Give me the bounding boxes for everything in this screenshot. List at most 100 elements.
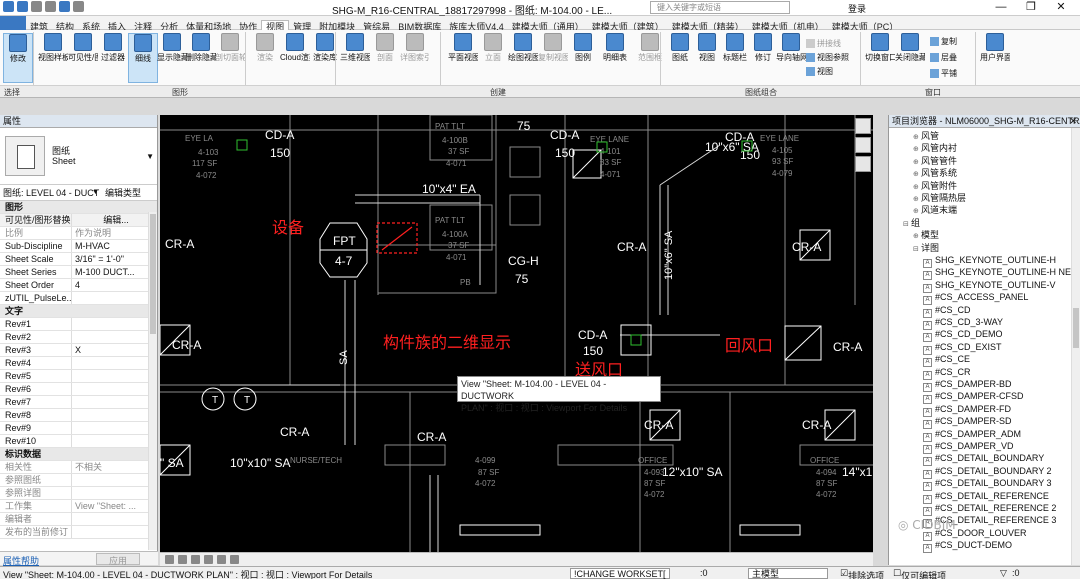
property-row[interactable]: Rev#10 bbox=[0, 435, 157, 448]
remove-hidden-lines-button[interactable]: 删除隐藏线 bbox=[186, 33, 216, 83]
property-value[interactable]: 4 bbox=[72, 279, 157, 291]
visibility-graphics-button[interactable]: 可见性/图形 bbox=[68, 33, 98, 83]
login-button[interactable]: 登录 bbox=[848, 2, 866, 15]
view-button[interactable]: 视图 bbox=[692, 33, 722, 83]
collapse-icon[interactable]: ⊟ bbox=[913, 244, 921, 256]
modify-button[interactable]: 修改 bbox=[3, 33, 33, 83]
detail-level-icon[interactable] bbox=[178, 555, 187, 564]
tree-item[interactable]: A #CS_CD bbox=[923, 304, 971, 318]
collapse-icon[interactable]: ⊟ bbox=[903, 219, 911, 231]
tree-item[interactable]: A SHG_KEYNOTE_OUTLINE-V bbox=[923, 279, 1056, 293]
tree-item[interactable]: A #CS_ACCESS_PANEL bbox=[923, 291, 1028, 306]
file-menu-button[interactable] bbox=[0, 16, 26, 30]
guide-grid-button[interactable]: 导向轴网 bbox=[776, 33, 806, 83]
property-value[interactable] bbox=[72, 357, 157, 369]
section-identity[interactable]: 标识数据 bbox=[0, 448, 157, 461]
property-row[interactable]: Rev#7 bbox=[0, 396, 157, 409]
elevation-button[interactable]: 立面 bbox=[478, 33, 508, 83]
viewports-button[interactable]: 视图 bbox=[806, 66, 833, 77]
print-icon[interactable] bbox=[59, 1, 70, 12]
property-value[interactable] bbox=[72, 396, 157, 408]
close-icon[interactable]: ✕ bbox=[1069, 115, 1077, 127]
property-value[interactable]: M-100 DUCT... bbox=[72, 266, 157, 278]
cloud-render-button[interactable]: Cloud渲染 bbox=[280, 33, 310, 83]
help-search-input[interactable]: 键入关键字或短语 bbox=[650, 1, 790, 14]
tree-item[interactable]: ⊕ 风管系统 bbox=[913, 167, 957, 179]
legends-button[interactable]: 图例 bbox=[568, 33, 598, 83]
apply-button[interactable]: 应用 bbox=[96, 553, 140, 566]
tree-item[interactable]: A #CS_CR bbox=[923, 366, 971, 380]
tree-item[interactable]: A SHG_KEYNOTE_OUTLINE-H NEW bbox=[923, 266, 1080, 281]
tree-item[interactable]: A #CS_DAMPER-CFSD bbox=[923, 390, 1024, 405]
property-row[interactable]: Rev#8 bbox=[0, 409, 157, 422]
tree-item[interactable]: A SHG_KEYNOTE_OUTLINE-H bbox=[923, 254, 1056, 268]
filter-icon[interactable]: ▽ bbox=[1000, 568, 1007, 579]
type-selector[interactable]: 图纸 Sheet ▼ bbox=[0, 128, 157, 185]
tree-item[interactable]: ⊕ 风管 bbox=[913, 130, 939, 142]
instance-selector[interactable]: 图纸: LEVEL 04 - DUCT ▼ 编辑类型 bbox=[0, 185, 157, 201]
switch-windows-button[interactable]: 切换窗口 bbox=[865, 33, 895, 83]
chevron-down-icon[interactable]: ▼ bbox=[146, 152, 154, 161]
property-value[interactable] bbox=[72, 422, 157, 434]
schedules-button[interactable]: 明细表 bbox=[600, 33, 630, 83]
scale-icon[interactable] bbox=[165, 555, 174, 564]
design-option-selector[interactable]: 主模型 bbox=[748, 568, 828, 579]
property-value[interactable] bbox=[72, 370, 157, 382]
matchline-button[interactable]: 拼接线 bbox=[806, 38, 841, 49]
tree-item[interactable]: A #CS_DUCT-DEMO bbox=[923, 539, 1012, 554]
select-group-label[interactable]: 选择 bbox=[4, 87, 20, 98]
tree-item[interactable]: ⊕ 风管附件 bbox=[913, 180, 957, 192]
zoom-icon[interactable] bbox=[855, 137, 871, 153]
tree-item[interactable]: A #CS_DAMPER-FD bbox=[923, 403, 1011, 417]
callout-button[interactable]: 详图索引 bbox=[400, 33, 430, 83]
close-hidden-button[interactable]: 关闭隐藏对象 bbox=[895, 33, 925, 83]
drafting-view-button[interactable]: 绘图视图 bbox=[508, 33, 538, 83]
tile-button[interactable]: 平铺 bbox=[930, 68, 957, 79]
steering-wheel-icon[interactable] bbox=[855, 118, 871, 134]
tree-item[interactable]: A #CS_DAMPER-BD bbox=[923, 378, 1012, 392]
tree-item[interactable]: A #CS_CE bbox=[923, 353, 970, 368]
property-row[interactable]: Rev#9 bbox=[0, 422, 157, 435]
view-template-button[interactable]: 视图样板 bbox=[38, 33, 68, 83]
tree-item[interactable]: ⊕ 模型 bbox=[913, 229, 939, 241]
property-row[interactable]: Rev#4 bbox=[0, 357, 157, 370]
title-block-button[interactable]: 标题栏 bbox=[720, 33, 750, 83]
tree-item[interactable]: A #CS_DETAIL_REFERENCE bbox=[923, 490, 1049, 504]
filters-button[interactable]: 过滤器 bbox=[98, 33, 128, 83]
tree-item[interactable]: ⊕ 风道末端 bbox=[913, 204, 957, 216]
3d-view-button[interactable]: 三维视图 bbox=[340, 33, 370, 83]
tree-item[interactable]: A #CS_DAMPER_ADM bbox=[923, 428, 1021, 442]
show-hidden-lines-button[interactable]: 显示隐藏线 bbox=[157, 33, 187, 83]
save-icon[interactable] bbox=[17, 1, 28, 12]
pan-icon[interactable] bbox=[855, 156, 871, 172]
property-row[interactable]: Sheet Scale 3/16" = 1'-0" bbox=[0, 253, 157, 266]
tree-item[interactable]: ⊟ 组 bbox=[903, 217, 920, 229]
property-row[interactable]: Rev#2 bbox=[0, 331, 157, 344]
render-button[interactable]: 渲染 bbox=[250, 33, 280, 83]
cascade-button[interactable]: 层叠 bbox=[930, 52, 957, 63]
property-row[interactable]: Rev#1 bbox=[0, 318, 157, 331]
property-value[interactable] bbox=[72, 435, 157, 447]
tree-item[interactable]: A #CS_DAMPER_VD bbox=[923, 440, 1014, 454]
property-value[interactable] bbox=[72, 292, 157, 304]
property-row[interactable]: Sheet Series M-100 DUCT... bbox=[0, 266, 157, 279]
minimize-icon[interactable]: — bbox=[986, 0, 1016, 16]
duplicate-window-button[interactable]: 复制 bbox=[930, 36, 957, 47]
sheet-button[interactable]: 图纸 bbox=[665, 33, 695, 83]
thin-lines-button[interactable]: 细线 bbox=[128, 33, 158, 83]
workset-selector[interactable]: !CHANGE WORKSET[ bbox=[570, 568, 670, 579]
property-value[interactable]: 编辑... bbox=[72, 214, 157, 226]
tree-item[interactable]: A #CS_CD_3-WAY bbox=[923, 316, 1003, 330]
tree-item[interactable]: ⊕ 风管内衬 bbox=[913, 142, 957, 154]
tree-item[interactable]: A #CS_DETAIL_REFERENCE 2 bbox=[923, 502, 1056, 516]
property-row[interactable]: Sub-Discipline M-HVAC bbox=[0, 240, 157, 253]
close-icon[interactable]: ✕ bbox=[1046, 0, 1076, 16]
property-row[interactable]: Sheet Order 4 bbox=[0, 279, 157, 292]
sun-path-icon[interactable] bbox=[204, 555, 213, 564]
redo-icon[interactable] bbox=[45, 1, 56, 12]
cut-profile-button[interactable]: 剖切面轮廓 bbox=[215, 33, 245, 83]
visual-style-icon[interactable] bbox=[191, 555, 200, 564]
tree-item[interactable]: ⊟ 详图 bbox=[913, 242, 939, 254]
property-value[interactable]: M-HVAC bbox=[72, 240, 157, 252]
undo-icon[interactable] bbox=[31, 1, 42, 12]
